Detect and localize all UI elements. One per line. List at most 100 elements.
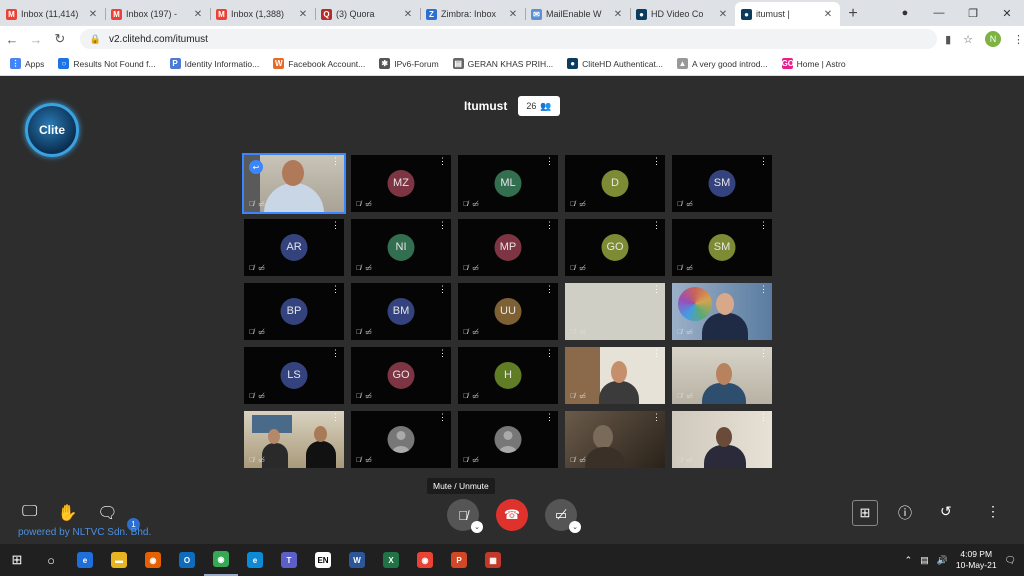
participant-count-badge[interactable]: 26 👥 (518, 96, 560, 116)
camera-toggle-button[interactable]: ▭̸ ⌄ (545, 499, 581, 533)
language-icon[interactable]: EN (306, 544, 340, 576)
edge-icon[interactable]: e (238, 544, 272, 576)
bookmark-item[interactable]: ▲ A very good introd... (676, 58, 768, 69)
bookmark-item[interactable]: ⋮ Apps (10, 58, 44, 69)
more-options-icon[interactable]: ⋮ (986, 503, 1000, 520)
close-tab-icon[interactable]: ✕ (612, 9, 624, 20)
camera-indicator-icon[interactable]: ▮ (945, 33, 951, 46)
edge-legacy-icon[interactable]: e (68, 544, 102, 576)
close-tab-icon[interactable]: ✕ (507, 9, 519, 20)
profile-avatar[interactable]: N (985, 31, 1001, 47)
screen-share-icon[interactable]: 🖵 (22, 503, 37, 523)
tile-menu-icon[interactable]: ⋮ (438, 221, 447, 230)
browser-tab[interactable]: M Inbox (1,388) ✕ (210, 2, 315, 26)
history-icon[interactable]: ↺ (940, 503, 952, 520)
participant-tile[interactable]: SM ⋮ 🎙̸ ▭̸ (672, 155, 772, 212)
star-icon[interactable]: ☆ (963, 33, 973, 46)
participant-tile[interactable]: ML ⋮ 🎙̸ ▭̸ (458, 155, 558, 212)
bookmark-item[interactable]: ✱ IPv6-Forum (379, 58, 439, 69)
camera-options-caret-icon[interactable]: ⌄ (569, 521, 581, 533)
flag-icon[interactable]: ▦ (476, 544, 510, 576)
participant-tile[interactable]: ↩ ⋮ 🎙̸ ▭̸ (242, 153, 346, 214)
participant-tile[interactable]: ⋮ 🎙̸ ▭̸ (565, 283, 665, 340)
close-tab-icon[interactable]: ✕ (87, 9, 99, 20)
tile-menu-icon[interactable]: ⋮ (331, 285, 340, 294)
participant-tile[interactable]: ⋮ 🎙̸ ▭̸ (565, 347, 665, 404)
firefox-icon[interactable]: ◉ (136, 544, 170, 576)
tile-menu-icon[interactable]: ⋮ (331, 221, 340, 230)
chrome-icon[interactable]: ◉ (204, 544, 238, 576)
close-tab-icon[interactable]: ✕ (402, 9, 414, 20)
bookmark-item[interactable]: W Facebook Account... (273, 58, 365, 69)
lock-icon[interactable]: 🔒 (90, 34, 101, 45)
participant-tile[interactable]: ⋮ 🎙̸ ▭̸ (458, 411, 558, 468)
browser-tab[interactable]: ● itumust | ✕ (735, 2, 840, 26)
reload-icon[interactable]: ↻ (48, 31, 72, 47)
tile-menu-icon[interactable]: ⋮ (759, 221, 768, 230)
tile-menu-icon[interactable]: ⋮ (438, 413, 447, 422)
close-window-icon[interactable]: ✕ (990, 7, 1024, 20)
participant-tile[interactable]: AR ⋮ 🎙̸ ▭̸ (244, 219, 344, 276)
tray-chevron-icon[interactable]: ⌃ (905, 555, 913, 566)
browser-tab[interactable]: Z Zimbra: Inbox ✕ (420, 2, 525, 26)
tile-menu-icon[interactable]: ⋮ (331, 349, 340, 358)
browser-tab[interactable]: ✉ MailEnable W ✕ (525, 2, 630, 26)
grid-view-button[interactable]: ⊞ (852, 500, 878, 526)
participant-tile[interactable]: ⋮ 🎙̸ ▭̸ (672, 411, 772, 468)
tile-menu-icon[interactable]: ⋮ (759, 349, 768, 358)
browser-tab[interactable]: ● HD Video Co ✕ (630, 2, 735, 26)
tile-menu-icon[interactable]: ⋮ (331, 157, 340, 166)
chat-icon[interactable]: 🗨 (97, 503, 117, 523)
excel-icon[interactable]: X (374, 544, 408, 576)
chrome-icon-2[interactable]: ◉ (408, 544, 442, 576)
tile-menu-icon[interactable]: ⋮ (545, 349, 554, 358)
word-icon[interactable]: W (340, 544, 374, 576)
powerpoint-icon[interactable]: P (442, 544, 476, 576)
participant-tile[interactable]: BP ⋮ 🎙̸ ▭̸ (244, 283, 344, 340)
url-input[interactable]: 🔒 v2.clitehd.com/itumust (79, 29, 938, 49)
bookmark-item[interactable]: P Identity Informatio... (169, 58, 259, 69)
tile-menu-icon[interactable]: ⋮ (652, 221, 661, 230)
tile-menu-icon[interactable]: ⋮ (545, 285, 554, 294)
tile-menu-icon[interactable]: ⋮ (759, 413, 768, 422)
bookmark-item[interactable]: ▤ GERAN KHAS PRIH... (452, 58, 553, 69)
raise-hand-icon[interactable]: ✋ (57, 503, 77, 523)
browser-tab[interactable]: M Inbox (11,414) ✕ (0, 2, 105, 26)
participant-tile[interactable]: LS ⋮ 🎙̸ ▭̸ (244, 347, 344, 404)
participant-tile[interactable]: ⋮ 🎙̸ ▭̸ (351, 411, 451, 468)
bookmark-item[interactable]: GO Home | Astro (781, 58, 846, 69)
participant-tile[interactable]: MP ⋮ 🎙̸ ▭̸ (458, 219, 558, 276)
participant-tile[interactable]: SM ⋮ 🎙̸ ▭̸ (672, 219, 772, 276)
tile-menu-icon[interactable]: ⋮ (438, 157, 447, 166)
tile-menu-icon[interactable]: ⋮ (759, 157, 768, 166)
back-icon[interactable]: ← (0, 32, 24, 47)
forward-icon[interactable]: → (24, 32, 48, 47)
mic-options-caret-icon[interactable]: ⌄ (471, 521, 483, 533)
close-tab-icon[interactable]: ✕ (192, 9, 204, 20)
close-tab-icon[interactable]: ✕ (822, 9, 834, 20)
maximize-icon[interactable]: ❐ (956, 7, 990, 20)
tile-menu-icon[interactable]: ⋮ (438, 285, 447, 294)
bookmark-item[interactable]: ○ Results Not Found f... (58, 58, 156, 69)
participant-tile[interactable]: ⋮ 🎙̸ ▭̸ (672, 283, 772, 340)
tile-menu-icon[interactable]: ⋮ (545, 413, 554, 422)
file-explorer-icon[interactable]: ▬ (102, 544, 136, 576)
tile-menu-icon[interactable]: ⋮ (759, 285, 768, 294)
mute-unmute-button[interactable]: 🎙̸ ⌄ (447, 499, 483, 533)
tile-menu-icon[interactable]: ⋮ (652, 413, 661, 422)
notifications-icon[interactable]: 🗨 (1005, 555, 1016, 566)
tile-menu-icon[interactable]: ⋮ (652, 157, 661, 166)
clock[interactable]: 4:09 PM 10-May-21 (956, 549, 997, 571)
volume-icon[interactable]: 🔊 (937, 555, 948, 566)
close-tab-icon[interactable]: ✕ (717, 9, 729, 20)
teams-icon[interactable]: T (272, 544, 306, 576)
participant-tile[interactable]: H ⋮ 🎙̸ ▭̸ (458, 347, 558, 404)
participant-tile[interactable]: NI ⋮ 🎙̸ ▭̸ (351, 219, 451, 276)
participant-tile[interactable]: ⋮ 🎙̸ ▭̸ (244, 411, 344, 468)
close-tab-icon[interactable]: ✕ (297, 9, 309, 20)
tile-menu-icon[interactable]: ⋮ (545, 221, 554, 230)
browser-tab[interactable]: Q (3) Quora ✕ (315, 2, 420, 26)
tile-menu-icon[interactable]: ⋮ (438, 349, 447, 358)
profile-menu-icon[interactable]: ● (888, 7, 922, 19)
participant-tile[interactable]: GO ⋮ 🎙̸ ▭̸ (351, 347, 451, 404)
